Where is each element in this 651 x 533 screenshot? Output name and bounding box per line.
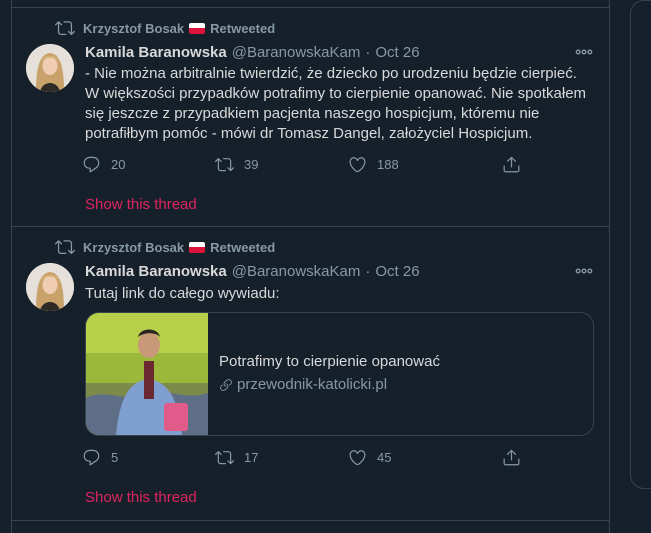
like-count: 188	[377, 156, 399, 172]
like-button[interactable]: 188	[348, 152, 399, 176]
author-handle[interactable]: @BaranowskaKam	[232, 263, 361, 280]
tweet-2[interactable]: Krzysztof Bosak Retweeted Kamila Baranow…	[12, 226, 609, 521]
retweet-icon	[55, 240, 75, 255]
reply-count: 5	[111, 449, 119, 465]
author-handle[interactable]: @BaranowskaKam	[232, 44, 361, 61]
avatar[interactable]	[26, 263, 74, 311]
tweet-header: Kamila Baranowska @BaranowskaKam · Oct 2…	[85, 42, 420, 62]
poland-flag-icon	[189, 22, 206, 34]
poland-flag-icon	[189, 241, 206, 253]
reply-button[interactable]: 20	[82, 152, 125, 176]
tweet-text: Tutaj link do całego wywiadu:	[85, 285, 280, 302]
retweet-icon	[215, 450, 234, 464]
retweet-count: 39	[244, 156, 259, 172]
retweet-button[interactable]: 39	[215, 152, 258, 176]
retweet-icon	[55, 21, 75, 36]
card-domain: przewodnik-katolicki.pl	[219, 376, 387, 393]
reply-icon	[83, 156, 100, 172]
divider	[12, 520, 609, 521]
retweet-context-text: Krzysztof Bosak Retweeted	[83, 21, 275, 36]
tweet-text: - Nie można arbitralnie twierdzić, że dz…	[85, 65, 587, 142]
more-icon[interactable]	[574, 261, 594, 281]
tweet-actions: 20 39 188	[82, 152, 522, 176]
author-name[interactable]: Kamila Baranowska	[85, 44, 227, 61]
share-button[interactable]	[502, 445, 521, 469]
retweet-icon	[215, 157, 234, 171]
retweet-context-text: Krzysztof Bosak Retweeted	[83, 240, 275, 255]
link-card[interactable]: Potrafimy to cierpienie opanować przewod…	[85, 312, 594, 436]
retweeter-name[interactable]: Krzysztof Bosak	[83, 240, 184, 255]
heart-icon	[349, 449, 366, 465]
retweet-context: Krzysztof Bosak Retweeted	[55, 18, 275, 38]
card-title: Potrafimy to cierpienie opanować	[219, 353, 440, 370]
retweeter-name[interactable]: Krzysztof Bosak	[83, 21, 184, 36]
avatar[interactable]	[26, 44, 74, 92]
retweet-button[interactable]: 17	[215, 445, 258, 469]
link-icon	[220, 378, 232, 391]
heart-icon	[349, 156, 366, 172]
share-button[interactable]	[502, 152, 521, 176]
tweet-actions: 5 17 45	[82, 445, 522, 469]
more-icon[interactable]	[574, 42, 594, 62]
reply-count: 20	[111, 156, 126, 172]
retweet-context: Krzysztof Bosak Retweeted	[55, 237, 275, 257]
sidebar-card	[630, 0, 651, 489]
timeline: Krzysztof Bosak Retweeted Kamila Baranow…	[11, 0, 610, 533]
card-thumbnail	[86, 313, 208, 435]
share-icon	[503, 156, 520, 172]
tweet-header: Kamila Baranowska @BaranowskaKam · Oct 2…	[85, 261, 420, 281]
reply-button[interactable]: 5	[82, 445, 118, 469]
tweet-date[interactable]: Oct 26	[375, 263, 419, 280]
tweet-1[interactable]: Krzysztof Bosak Retweeted Kamila Baranow…	[12, 7, 609, 226]
show-thread-link[interactable]: Show this thread	[85, 489, 197, 506]
share-icon	[503, 449, 520, 465]
separator-dot: ·	[365, 43, 371, 61]
tweet-date[interactable]: Oct 26	[375, 44, 419, 61]
author-name[interactable]: Kamila Baranowska	[85, 263, 227, 280]
reply-icon	[83, 449, 100, 465]
like-button[interactable]: 45	[348, 445, 391, 469]
separator-dot: ·	[365, 262, 371, 280]
card-domain-text: przewodnik-katolicki.pl	[237, 376, 388, 393]
retweet-count: 17	[244, 449, 259, 465]
retweeted-label: Retweeted	[210, 239, 276, 255]
show-thread-link[interactable]: Show this thread	[85, 196, 197, 213]
retweeted-label: Retweeted	[210, 20, 276, 36]
like-count: 45	[377, 449, 392, 465]
